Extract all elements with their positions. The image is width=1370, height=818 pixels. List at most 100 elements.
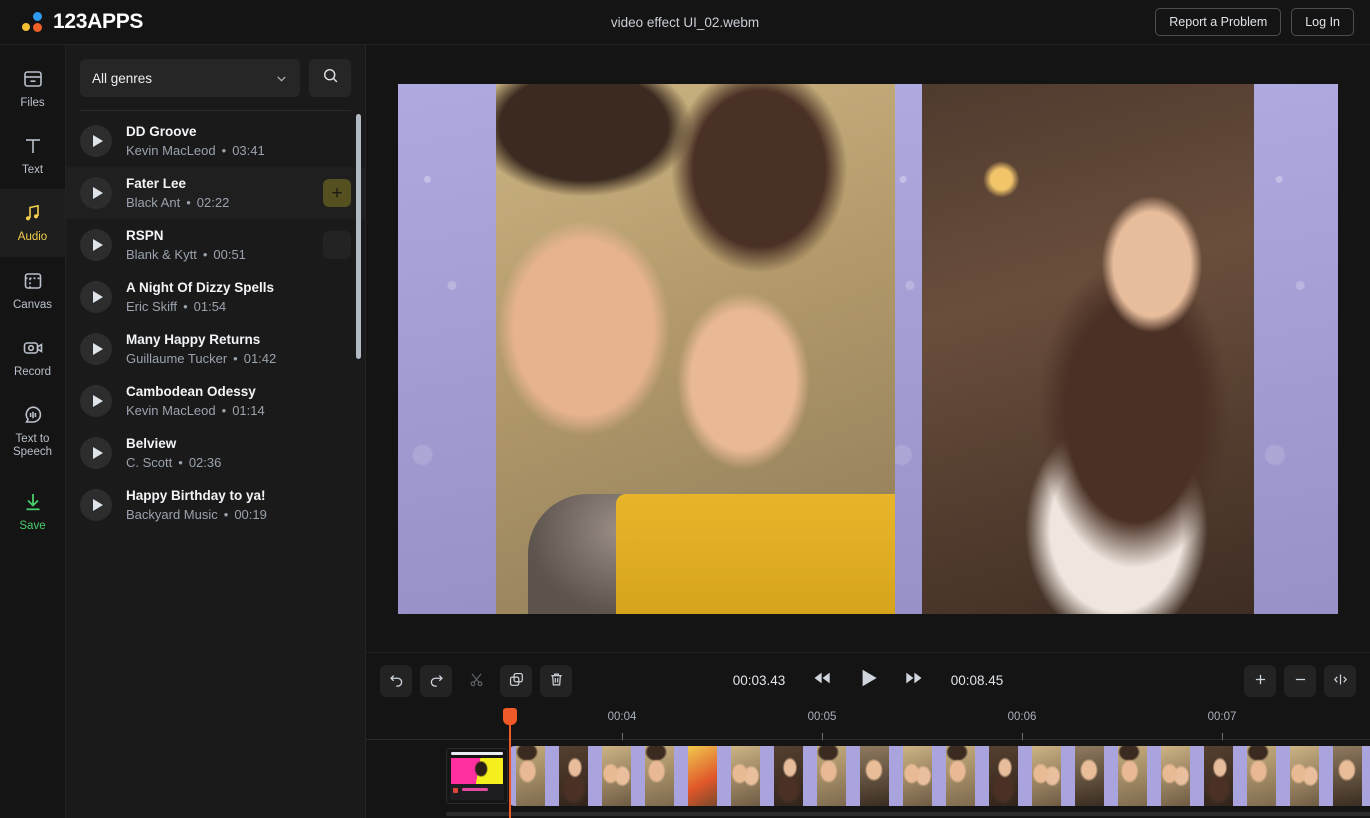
frame-border-left xyxy=(810,746,817,806)
sidebar-item-record[interactable]: Record xyxy=(0,324,65,391)
redo-icon xyxy=(428,671,445,691)
video-split-right xyxy=(895,84,1338,614)
timeline[interactable]: 00:0400:0500:0600:0700:0800:09 xyxy=(366,708,1370,818)
audio-track-item[interactable]: A Night Of Dizzy SpellsEric Skiff•01:54 xyxy=(66,271,365,323)
track-play-button[interactable] xyxy=(80,229,112,261)
frame-image xyxy=(903,746,932,806)
undo-button[interactable] xyxy=(380,665,412,697)
current-time: 00:03.43 xyxy=(729,673,789,688)
orange-dot-icon xyxy=(33,23,42,32)
search-button[interactable] xyxy=(309,59,351,97)
track-play-button[interactable] xyxy=(80,437,112,469)
sidebar-item-text-to-speech[interactable]: Text to Speech xyxy=(0,391,65,471)
add-track-button[interactable]: + xyxy=(323,179,351,207)
track-separator: • xyxy=(233,351,238,366)
track-artist: Guillaume Tucker xyxy=(126,351,227,366)
track-meta: Many Happy ReturnsGuillaume Tucker•01:42 xyxy=(126,332,276,366)
timeline-tick-mark xyxy=(1222,733,1223,740)
track-separator: • xyxy=(178,455,183,470)
sidebar-item-audio[interactable]: Audio xyxy=(0,189,65,256)
report-problem-button[interactable]: Report a Problem xyxy=(1155,8,1281,36)
track-play-button[interactable] xyxy=(80,385,112,417)
track-subtitle: Blank & Kytt•00:51 xyxy=(126,247,246,262)
audio-track-item[interactable]: Cambodean OdessyKevin MacLeod•01:14 xyxy=(66,375,365,427)
track-artist: Black Ant xyxy=(126,195,180,210)
sidebar-label-save: Save xyxy=(19,520,45,533)
track-play-button[interactable] xyxy=(80,281,112,313)
play-button[interactable] xyxy=(855,665,881,696)
track-artist: Eric Skiff xyxy=(126,299,177,314)
frame-border-left xyxy=(724,746,731,806)
audio-note-icon xyxy=(21,201,45,225)
frame-border-left xyxy=(638,746,645,806)
timeline-playhead[interactable] xyxy=(509,708,511,818)
split-border-left xyxy=(398,84,496,614)
log-in-button[interactable]: Log In xyxy=(1291,8,1354,36)
redo-button[interactable] xyxy=(420,665,452,697)
sidebar-item-text[interactable]: Text xyxy=(0,122,65,189)
zoom-out-button[interactable] xyxy=(1284,665,1316,697)
track-play-button[interactable] xyxy=(80,177,112,209)
search-icon xyxy=(321,66,340,90)
track-play-button[interactable] xyxy=(80,489,112,521)
video-preview[interactable] xyxy=(398,84,1338,614)
add-track-button[interactable] xyxy=(323,231,351,259)
sidebar-item-save[interactable]: Save xyxy=(0,478,65,545)
left-sidebar: Files Text Audio xyxy=(0,45,66,818)
filmstrip-frame xyxy=(1326,746,1369,806)
frame-border-left xyxy=(767,746,774,806)
fast-forward-button[interactable] xyxy=(903,667,925,694)
audio-track-item[interactable]: Happy Birthday to ya!Backyard Music•00:1… xyxy=(66,479,365,531)
frame-border-right xyxy=(631,746,638,806)
zoom-in-button[interactable] xyxy=(1244,665,1276,697)
brand-logo[interactable]: 123APPS xyxy=(22,10,143,34)
track-subtitle: Kevin MacLeod•03:41 xyxy=(126,143,265,158)
frame-image xyxy=(731,746,760,806)
track-meta: Cambodean OdessyKevin MacLeod•01:14 xyxy=(126,384,265,418)
sidebar-item-canvas[interactable]: Canvas xyxy=(0,257,65,324)
genre-select[interactable]: All genres xyxy=(80,59,300,97)
audio-panel-scrollbar[interactable] xyxy=(356,114,361,359)
frame-image xyxy=(989,746,1018,806)
clip-thumbnail[interactable] xyxy=(446,748,508,804)
logo-dots-icon xyxy=(22,11,44,33)
frame-image xyxy=(774,746,803,806)
frame-border-right xyxy=(674,746,681,806)
chevron-down-icon xyxy=(275,72,288,85)
audio-track-item[interactable]: Many Happy ReturnsGuillaume Tucker•01:42 xyxy=(66,323,365,375)
track-title: Belview xyxy=(126,436,221,451)
frame-border-left xyxy=(1326,746,1333,806)
play-icon xyxy=(93,395,103,407)
play-icon xyxy=(93,135,103,147)
audio-track-item[interactable]: DD GrooveKevin MacLeod•03:41 xyxy=(66,115,365,167)
track-artist: Kevin MacLeod xyxy=(126,143,216,158)
track-duration: 01:54 xyxy=(194,299,227,314)
rewind-button[interactable] xyxy=(811,667,833,694)
timeline-horizontal-scrollbar[interactable] xyxy=(446,812,1370,816)
filmstrip-frame xyxy=(1154,746,1197,806)
copy-button[interactable] xyxy=(500,665,532,697)
track-play-button[interactable] xyxy=(80,125,112,157)
sidebar-item-files[interactable]: Files xyxy=(0,55,65,122)
track-meta: Happy Birthday to ya!Backyard Music•00:1… xyxy=(126,488,267,522)
track-play-button[interactable] xyxy=(80,333,112,365)
delete-button[interactable] xyxy=(540,665,572,697)
filmstrip-frame xyxy=(509,746,552,806)
cut-button[interactable] xyxy=(460,665,492,697)
frame-border-right xyxy=(889,746,896,806)
fit-to-width-button[interactable] xyxy=(1324,665,1356,697)
video-clip-filmstrip[interactable] xyxy=(509,746,1370,806)
audio-track-item[interactable]: RSPNBlank & Kytt•00:51 xyxy=(66,219,365,271)
editor-main: 00:03.43 xyxy=(366,45,1370,818)
frame-border-right xyxy=(1319,746,1326,806)
track-title: A Night Of Dizzy Spells xyxy=(126,280,274,295)
play-icon xyxy=(93,499,103,511)
audio-track-item[interactable]: Fater LeeBlack Ant•02:22+ xyxy=(66,167,365,219)
play-icon xyxy=(93,187,103,199)
frame-border-left xyxy=(595,746,602,806)
audio-track-list[interactable]: DD GrooveKevin MacLeod•03:41Fater LeeBla… xyxy=(66,111,365,818)
frame-border-right xyxy=(1018,746,1025,806)
audio-track-item[interactable]: BelviewC. Scott•02:36 xyxy=(66,427,365,479)
track-duration: 00:51 xyxy=(213,247,246,262)
video-split-left xyxy=(398,84,895,614)
